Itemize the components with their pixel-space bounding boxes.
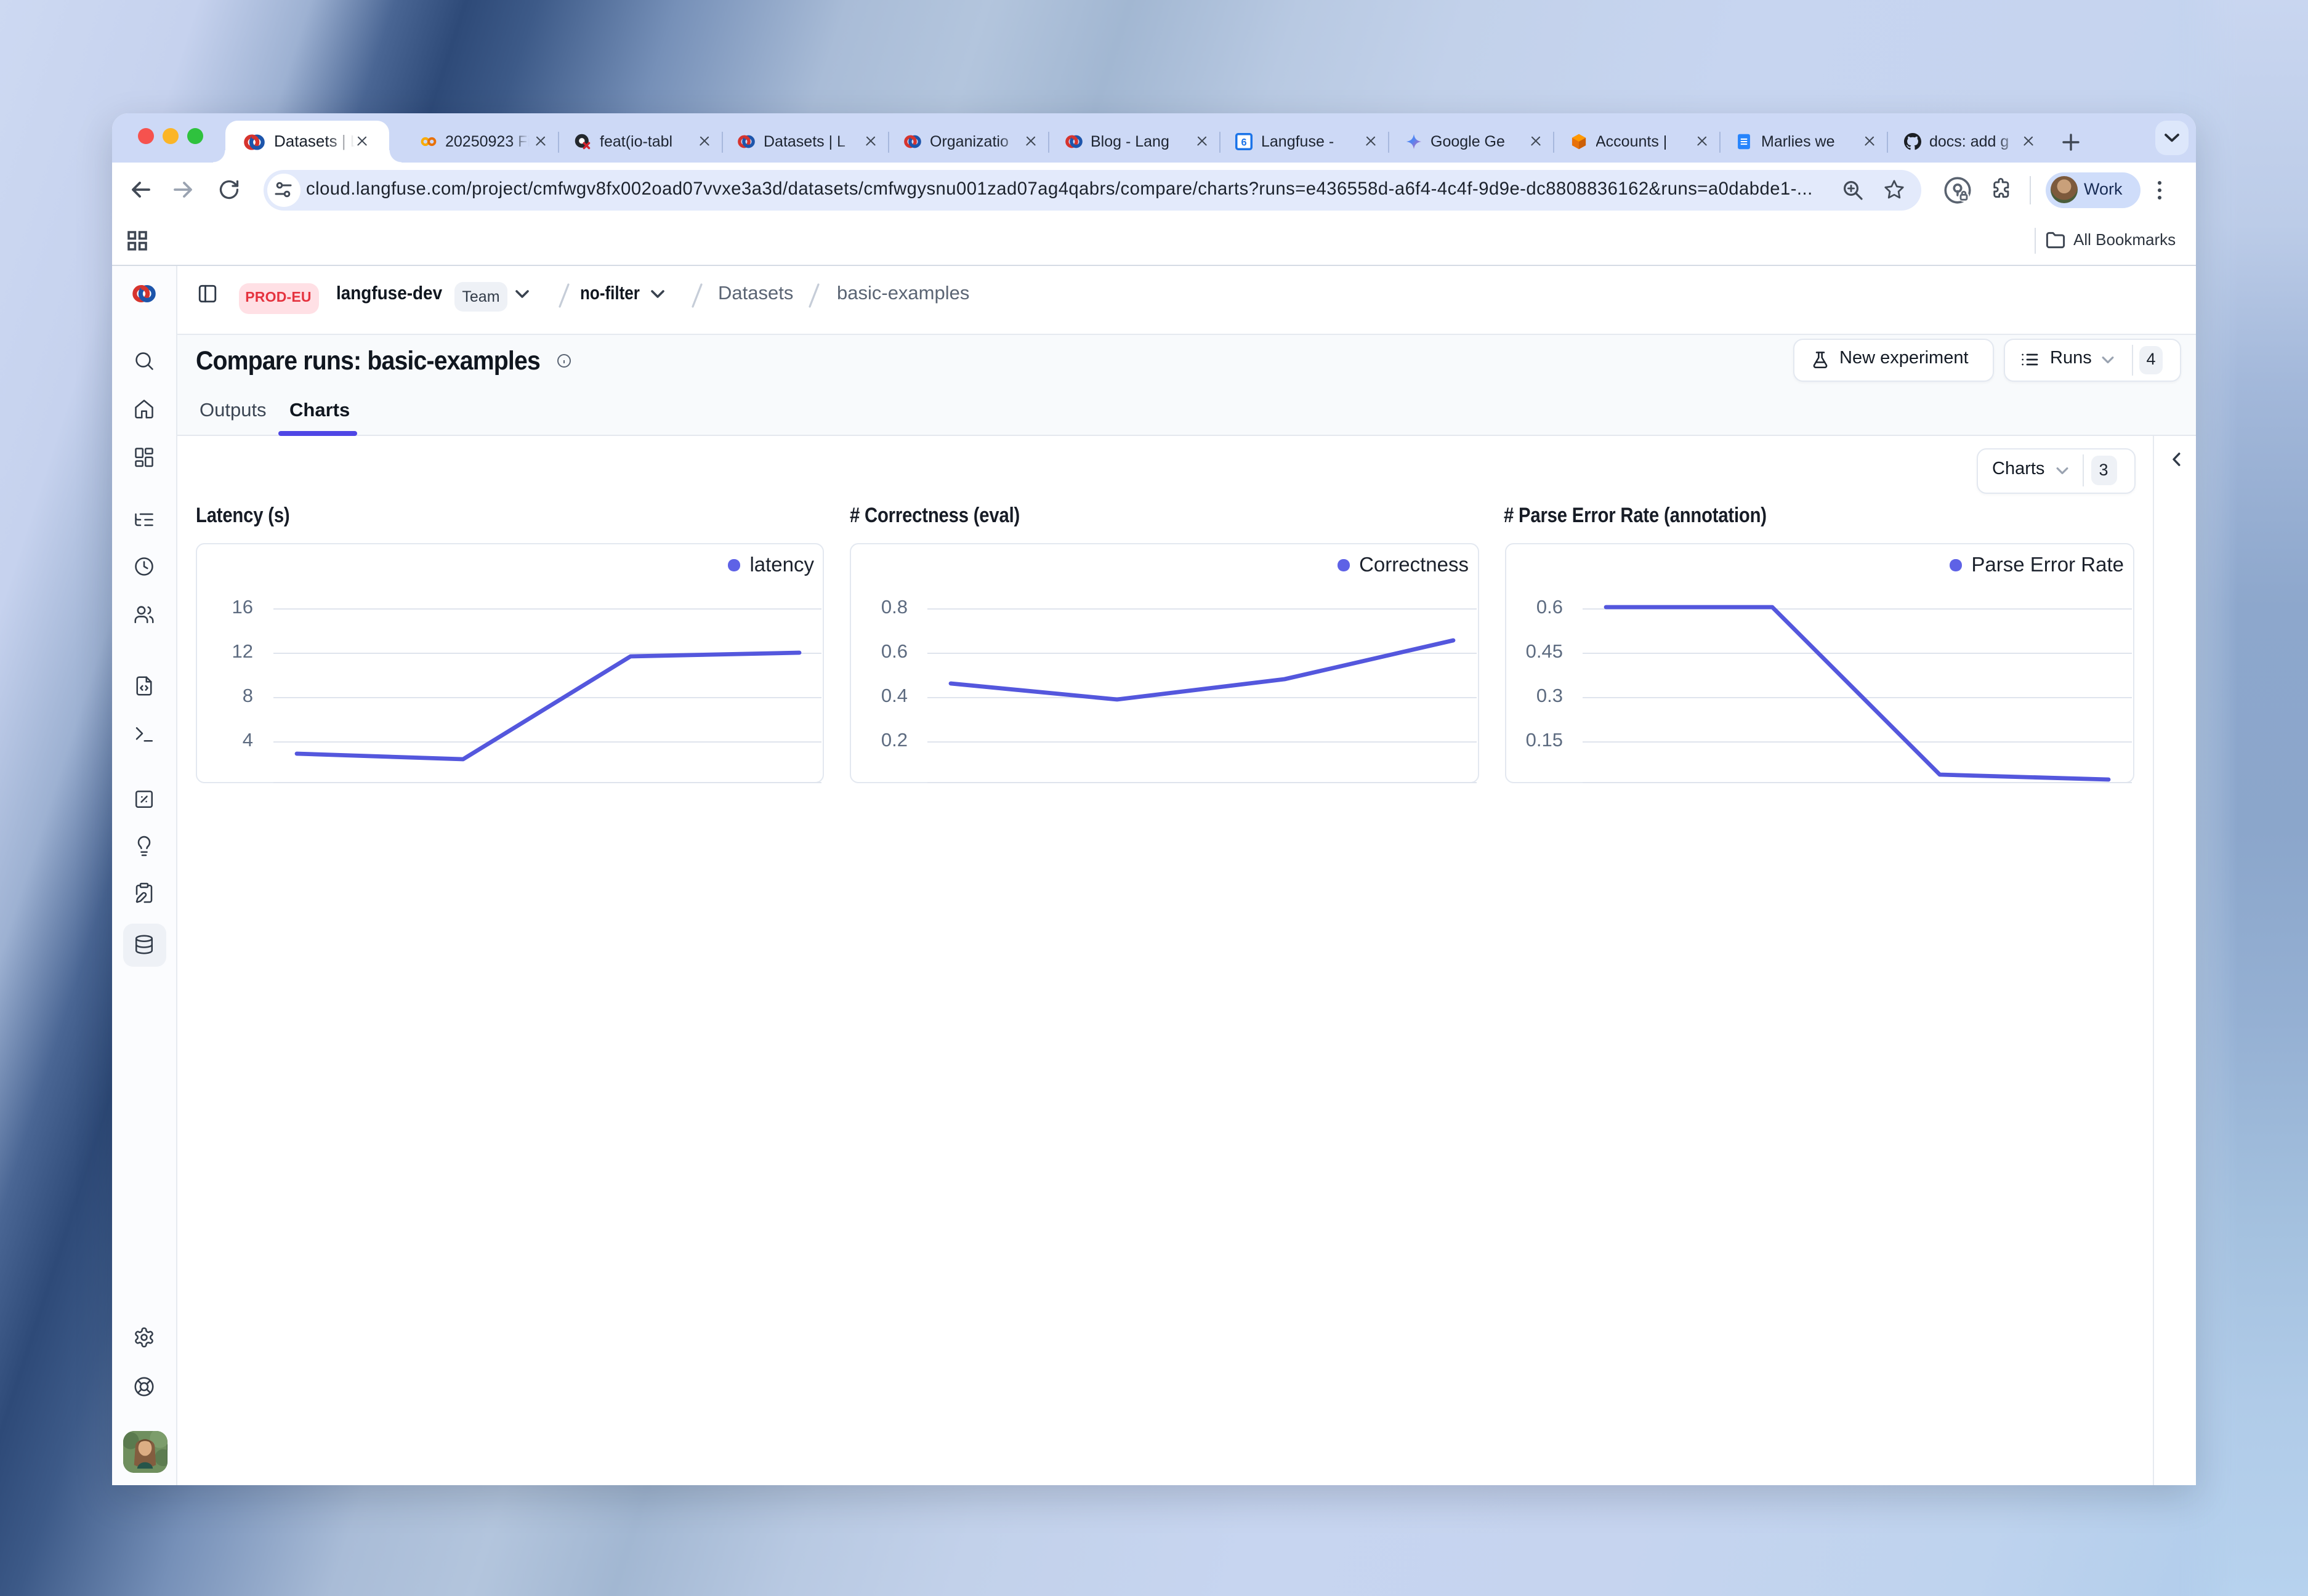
svg-text:6: 6 xyxy=(1241,137,1246,148)
